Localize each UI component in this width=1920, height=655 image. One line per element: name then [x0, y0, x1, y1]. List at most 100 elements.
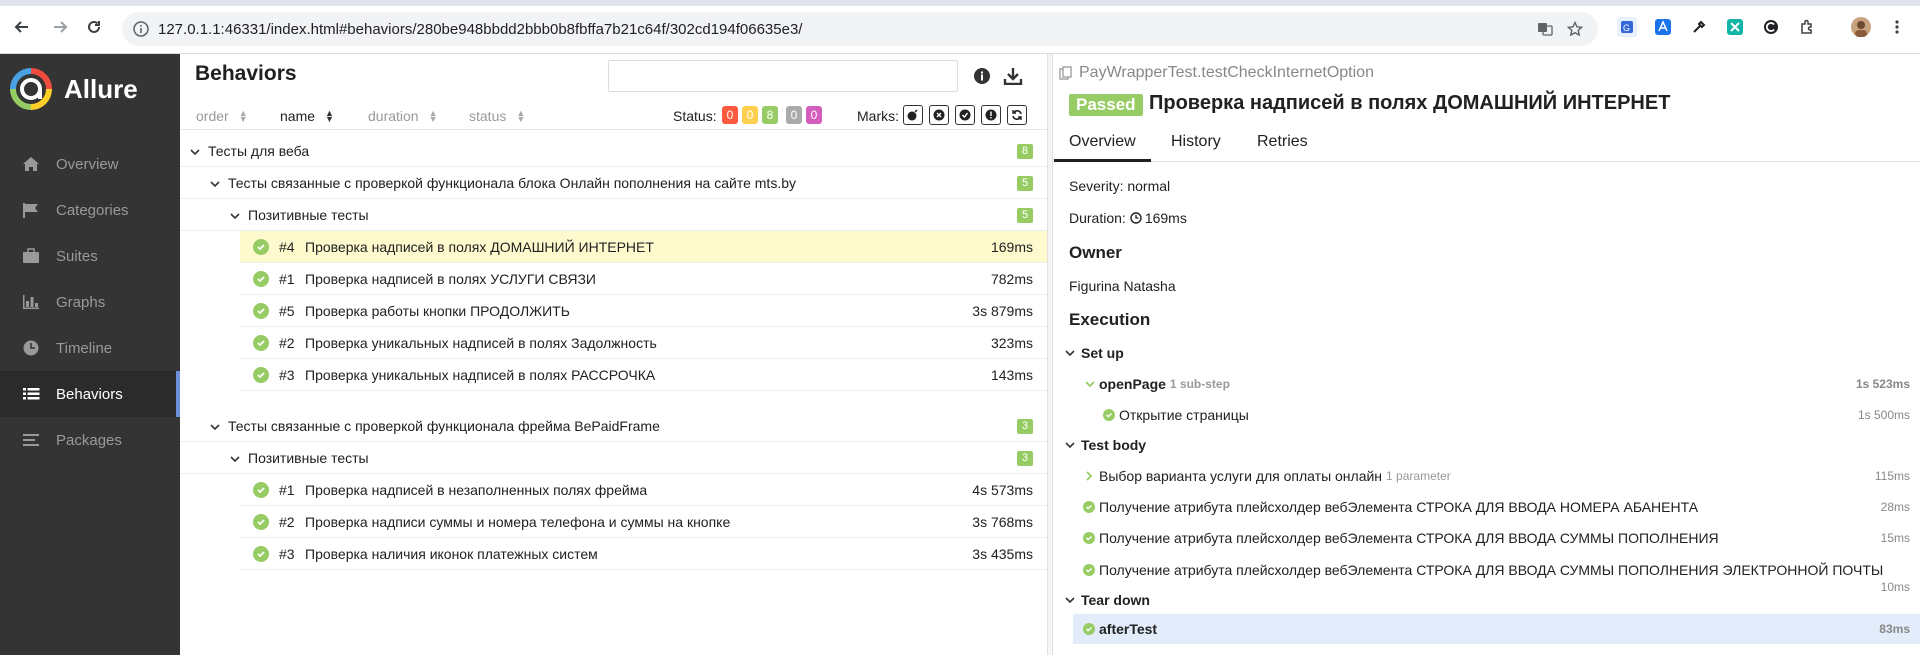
- test-name: Проверка надписи суммы и номера телефона…: [305, 513, 731, 530]
- sidebar-item-label: Overview: [56, 155, 119, 173]
- step-aftertest[interactable]: afterTest 83ms: [1073, 614, 1920, 644]
- browser-menu-icon[interactable]: [1887, 17, 1907, 37]
- tree-group-bepaid-frame[interactable]: Тесты связанные с проверкой функционала …: [180, 410, 1047, 442]
- extension-x-icon[interactable]: [1725, 17, 1745, 37]
- sidebar-item-categories[interactable]: Categories: [0, 187, 180, 233]
- status-failed-toggle[interactable]: 0: [722, 106, 738, 124]
- passed-check-icon: [1083, 501, 1095, 513]
- status-skipped-toggle[interactable]: 0: [786, 106, 802, 124]
- forward-icon[interactable]: [50, 17, 70, 37]
- sidebar-item-behaviors[interactable]: Behaviors: [0, 371, 180, 417]
- extension-translate-icon[interactable]: G: [1617, 17, 1637, 37]
- copy-icon[interactable]: [1059, 66, 1073, 80]
- step-row[interactable]: Получение атрибута плейсхолдер вебЭлемен…: [1053, 554, 1920, 594]
- site-info-icon[interactable]: [132, 20, 150, 38]
- tree-group-positive-tests[interactable]: Позитивные тесты 5: [180, 199, 1047, 231]
- sidebar-item-suites[interactable]: Suites: [0, 233, 180, 279]
- test-number: #4: [279, 238, 295, 255]
- test-case-row[interactable]: #5 Проверка работы кнопки ПРОДОЛЖИТЬ 3s …: [240, 295, 1047, 327]
- tab-strip: [0, 0, 1920, 6]
- sort-duration[interactable]: duration ▲ ▼: [368, 108, 438, 124]
- allure-brand[interactable]: Allure: [10, 68, 138, 110]
- extension-c-icon[interactable]: [1761, 17, 1781, 37]
- bookmark-star-icon[interactable]: [1566, 20, 1584, 38]
- sort-status[interactable]: status ▲ ▼: [469, 108, 525, 124]
- sidebar-item-overview[interactable]: Overview: [0, 141, 180, 187]
- execution-heading: Execution: [1069, 310, 1151, 329]
- flaky-mark-icon[interactable]: [903, 105, 923, 125]
- tree-group-label: Тесты связанные с проверкой функционала …: [228, 174, 796, 191]
- tab-overview[interactable]: Overview: [1054, 133, 1151, 162]
- sort-arrows-icon: ▲ ▼: [238, 108, 248, 124]
- passed-check-icon: [253, 238, 269, 255]
- test-case-row[interactable]: #2 Проверка уникальных надписей в полях …: [240, 327, 1047, 359]
- step-openpage[interactable]: openPage 1 sub-step 1s 523ms: [1053, 369, 1920, 399]
- step-name: afterTest: [1099, 621, 1158, 637]
- step-duration: 15ms: [1880, 531, 1910, 545]
- tree-group-online-topup[interactable]: Тесты связанные с проверкой функционала …: [180, 167, 1047, 199]
- test-case-row[interactable]: #3 Проверка наличия иконок платежных сис…: [240, 538, 1047, 570]
- substep-open-page[interactable]: Открытие страницы 1s 500ms: [1053, 400, 1920, 430]
- test-case-row[interactable]: #4 Проверка надписей в полях ДОМАШНИЙ ИН…: [240, 231, 1047, 263]
- test-case-row[interactable]: #1 Проверка надписей в полях УСЛУГИ СВЯЗ…: [240, 263, 1047, 295]
- test-duration: 3s 768ms: [972, 514, 1033, 530]
- sidebar-item-timeline[interactable]: Timeline: [0, 325, 180, 371]
- sort-name[interactable]: name ▲ ▼: [280, 108, 334, 124]
- step-row[interactable]: Получение атрибута плейсхолдер вебЭлемен…: [1053, 492, 1920, 522]
- tab-history[interactable]: History: [1171, 133, 1221, 151]
- chevron-down-icon: [210, 418, 220, 434]
- group-count-badge: 5: [1017, 208, 1033, 223]
- tree-group-root[interactable]: Тесты для веба 8: [180, 135, 1047, 167]
- new-failed-mark-icon[interactable]: [929, 105, 949, 125]
- eyedropper-icon[interactable]: [1689, 17, 1709, 37]
- test-case-row[interactable]: #2 Проверка надписи суммы и номера телеф…: [240, 506, 1047, 538]
- test-number: #2: [279, 334, 295, 351]
- test-body-section[interactable]: Test body: [1065, 437, 1146, 453]
- sidebar-item-graphs[interactable]: Graphs: [0, 279, 180, 325]
- allure-app: Allure Overview Categories Suites Graphs…: [0, 54, 1920, 655]
- browser-toolbar: 127.0.1.1:46331/index.html#behaviors/280…: [0, 0, 1920, 54]
- new-passed-mark-icon[interactable]: [955, 105, 975, 125]
- passed-check-icon: [253, 545, 269, 562]
- profile-avatar-icon[interactable]: [1851, 17, 1871, 37]
- test-details-pane: PayWrapperTest.testCheckInternetOption P…: [1053, 54, 1920, 655]
- step-row[interactable]: Получение атрибута плейсхолдер вебЭлемен…: [1053, 523, 1920, 553]
- tree-group-positive-tests[interactable]: Позитивные тесты 3: [180, 442, 1047, 474]
- teardown-section[interactable]: Tear down: [1065, 592, 1150, 608]
- sidebar-item-packages[interactable]: Packages: [0, 417, 180, 463]
- translate-icon[interactable]: [1536, 20, 1554, 38]
- test-number: #1: [279, 481, 295, 498]
- new-broken-mark-icon[interactable]: [981, 105, 1001, 125]
- test-number: #3: [279, 545, 295, 562]
- test-number: #1: [279, 270, 295, 287]
- test-duration: 3s 435ms: [972, 546, 1033, 562]
- search-input[interactable]: [608, 60, 958, 92]
- step-duration: 1s 500ms: [1857, 408, 1910, 422]
- status-unknown-toggle[interactable]: 0: [806, 106, 822, 124]
- setup-section[interactable]: Set up: [1065, 345, 1124, 361]
- info-icon[interactable]: [972, 66, 992, 86]
- retries-mark-icon[interactable]: [1007, 105, 1027, 125]
- download-icon[interactable]: [1003, 66, 1023, 86]
- address-bar[interactable]: 127.0.1.1:46331/index.html#behaviors/280…: [122, 12, 1598, 46]
- test-case-row[interactable]: #1 Проверка надписей в незаполненных пол…: [240, 474, 1047, 506]
- status-passed-toggle[interactable]: 8: [762, 106, 778, 124]
- sort-order[interactable]: order ▲ ▼: [196, 108, 248, 124]
- duration-row: Duration: 169ms: [1069, 210, 1187, 226]
- group-count-badge: 8: [1017, 144, 1033, 159]
- test-case-row[interactable]: #3 Проверка уникальных надписей в полях …: [240, 359, 1047, 391]
- reload-icon[interactable]: [84, 17, 104, 37]
- test-number: #2: [279, 513, 295, 530]
- status-broken-toggle[interactable]: 0: [742, 106, 758, 124]
- url-text[interactable]: 127.0.1.1:46331/index.html#behaviors/280…: [158, 21, 802, 38]
- sort-label: name: [280, 108, 316, 124]
- back-icon[interactable]: [12, 17, 32, 37]
- extension-font-icon[interactable]: [1653, 17, 1673, 37]
- step-name: Получение атрибута плейсхолдер вебЭлемен…: [1099, 499, 1699, 515]
- step-row[interactable]: Выбор варианта услуги для оплаты онлайн …: [1053, 461, 1920, 491]
- test-body-label: Test body: [1081, 437, 1147, 453]
- tab-retries[interactable]: Retries: [1257, 133, 1308, 151]
- step-name: openPage: [1099, 376, 1166, 392]
- extensions-puzzle-icon[interactable]: [1797, 17, 1817, 37]
- chevron-down-icon: [1065, 596, 1075, 604]
